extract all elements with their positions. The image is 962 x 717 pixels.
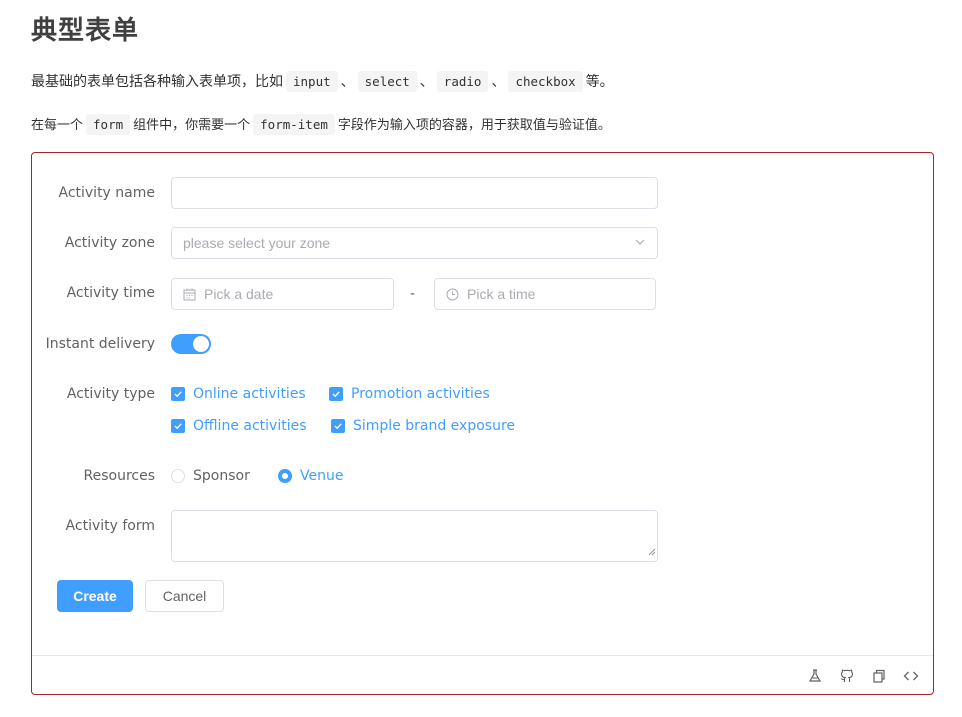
instant-delivery-label: Instant delivery <box>45 336 155 352</box>
activity-form-label: Activity form <box>65 518 155 534</box>
checkbox-simple-brand-exposure[interactable]: Simple brand exposure <box>331 418 515 434</box>
radio-dot <box>278 469 292 483</box>
switch-knob <box>193 336 209 352</box>
activity-zone-select[interactable]: please select your zone <box>171 227 658 259</box>
date-placeholder: Pick a date <box>204 286 274 302</box>
checkbox-label: Online activities <box>193 386 306 402</box>
separator: 、 <box>340 74 355 90</box>
radio-label: Sponsor <box>193 468 250 484</box>
demo-block: Activity name Activity zone please selec… <box>31 152 934 695</box>
separator: 、 <box>491 74 506 90</box>
desc-text: 字段作为输入项的容器，用于获取值与验证值。 <box>337 118 611 133</box>
github-icon[interactable] <box>839 668 855 684</box>
instant-delivery-switch[interactable] <box>171 334 211 354</box>
resources-label: Resources <box>83 468 156 484</box>
radio-dot <box>171 469 185 483</box>
cancel-button[interactable]: Cancel <box>145 580 224 612</box>
checkbox-offline-activities[interactable]: Offline activities <box>171 418 307 434</box>
activity-time-label: Activity time <box>66 285 155 301</box>
check-icon <box>329 387 343 401</box>
time-separator: - <box>410 286 416 302</box>
code-form-item: form-item <box>253 114 335 135</box>
activity-type-label: Activity type <box>66 386 155 402</box>
checkbox-promotion-activities[interactable]: Promotion activities <box>329 386 490 402</box>
activity-zone-label: Activity zone <box>64 235 155 251</box>
activity-name-label: Activity name <box>58 185 155 201</box>
time-picker[interactable]: Pick a time <box>434 278 656 310</box>
code-form: form <box>86 114 131 135</box>
code-checkbox: checkbox <box>508 71 583 92</box>
checkbox-label: Simple brand exposure <box>353 418 516 434</box>
radio-sponsor[interactable]: Sponsor <box>171 468 250 484</box>
copy-icon[interactable] <box>871 668 887 684</box>
code-input: input <box>286 71 338 92</box>
date-picker[interactable]: Pick a date <box>171 278 394 310</box>
zone-placeholder: please select your zone <box>183 235 331 251</box>
description-line-1: 最基础的表单包括各种输入表单项，比如 input、 select、 radio、 che… <box>31 71 614 92</box>
desc-text: 在每一个 <box>31 118 84 133</box>
flask-icon[interactable] <box>807 668 823 684</box>
check-icon <box>171 387 185 401</box>
resize-handle-icon[interactable] <box>648 541 656 560</box>
description-line-2: 在每一个 form 组件中，你需要一个 form-item 字段作为输入项的容器，用于获… <box>31 114 611 135</box>
calendar-icon <box>183 288 196 301</box>
code-radio: radio <box>436 71 489 92</box>
checkbox-label: Promotion activities <box>351 386 490 402</box>
page-title: 典型表单 <box>31 16 140 46</box>
desc-text: 等。 <box>585 74 614 90</box>
desc-text: 最基础的表单包括各种输入表单项，比如 <box>31 74 283 90</box>
radio-venue[interactable]: Venue <box>278 468 343 484</box>
check-icon <box>331 419 345 433</box>
checkbox-label: Offline activities <box>193 418 307 434</box>
check-icon <box>171 419 185 433</box>
clock-icon <box>446 288 459 301</box>
create-button[interactable]: Create <box>57 580 133 612</box>
activity-name-input[interactable] <box>171 177 658 209</box>
chevron-down-icon <box>634 235 646 251</box>
time-placeholder: Pick a time <box>467 286 536 302</box>
radio-label: Venue <box>300 468 344 484</box>
code-icon[interactable] <box>903 668 919 684</box>
desc-text: 组件中，你需要一个 <box>133 118 251 133</box>
code-select: select <box>357 71 417 92</box>
activity-form-textarea[interactable] <box>171 510 658 562</box>
demo-footer <box>32 655 933 694</box>
checkbox-online-activities[interactable]: Online activities <box>171 386 306 402</box>
separator: 、 <box>419 74 434 90</box>
